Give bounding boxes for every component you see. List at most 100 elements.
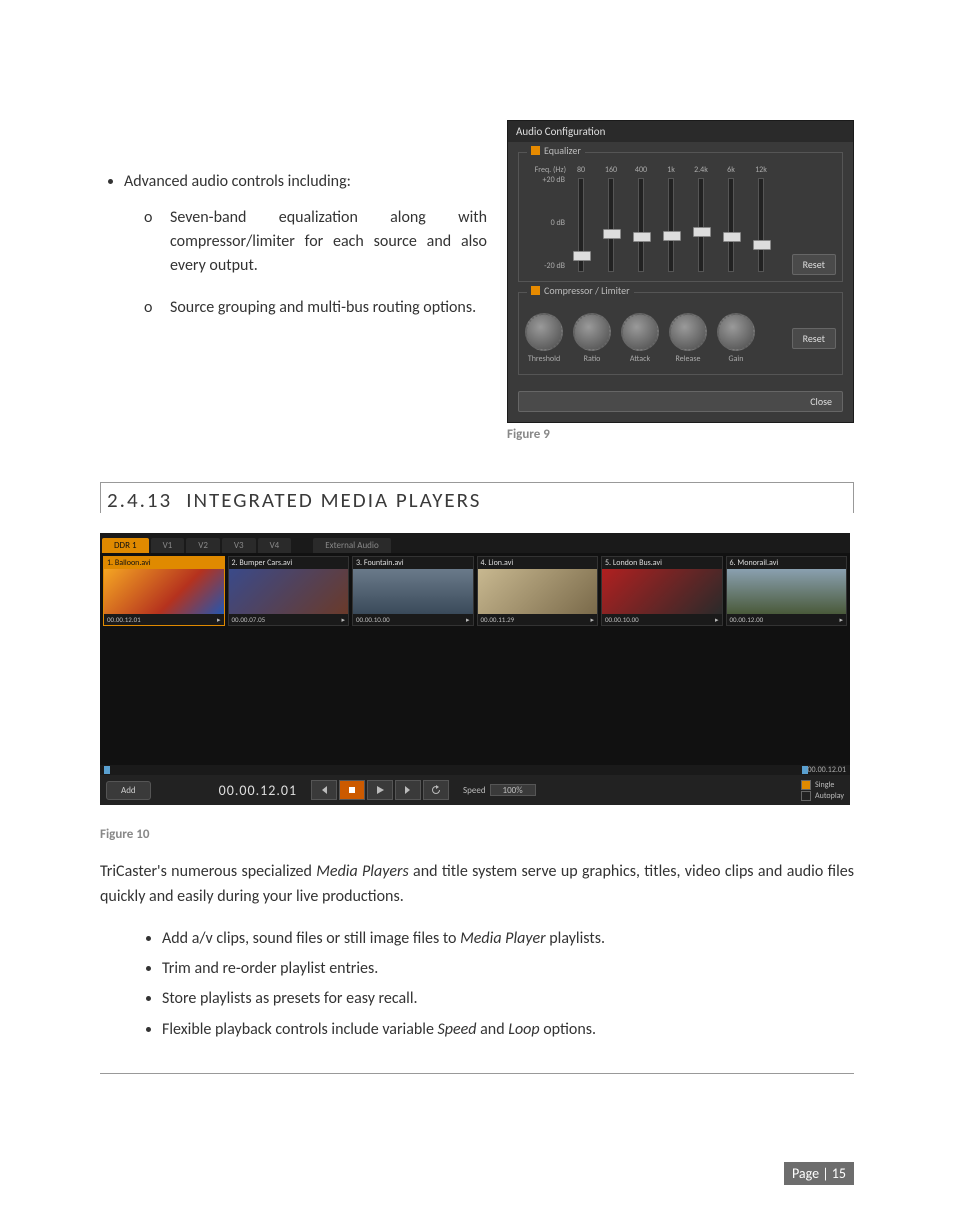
tab-v2[interactable]: V2 (186, 538, 220, 553)
tab-v4[interactable]: V4 (258, 538, 292, 553)
gain-knob[interactable] (717, 313, 755, 351)
band-freq: 80 (577, 165, 585, 175)
playlist-area[interactable] (100, 629, 850, 765)
stop-button[interactable] (339, 780, 365, 800)
speed-control[interactable]: Speed 100% (463, 784, 536, 796)
clip-thumbnail (602, 569, 722, 614)
tab-ddr1[interactable]: DDR 1 (102, 538, 149, 553)
compressor-enable-checkbox[interactable] (531, 286, 540, 295)
close-button[interactable]: Close (518, 391, 843, 412)
knob-label: Ratio (573, 354, 611, 364)
clip-strip: 1. Balloon.avi00.00.12.01▸2. Bumper Cars… (100, 553, 850, 629)
release-knob[interactable] (669, 313, 707, 351)
eq-slider[interactable] (638, 178, 644, 272)
band-freq: 1k (667, 165, 675, 175)
clip-timecode: 00.00.10.00 (356, 615, 390, 624)
knob-label: Gain (717, 354, 755, 364)
clip-name: 1. Balloon.avi (104, 557, 224, 569)
figure-10-caption: Figure 10 (100, 827, 854, 842)
db-label: -20 dB (525, 261, 565, 271)
db-label: 0 dB (525, 218, 565, 228)
add-button[interactable]: Add (106, 781, 151, 800)
autoplay-checkbox[interactable]: Autoplay (801, 791, 844, 801)
clip-play-icon[interactable]: ▸ (466, 615, 470, 624)
clip-item[interactable]: 3. Fountain.avi 00.00.10.00 ▸ (352, 556, 474, 626)
comp-reset-button[interactable]: Reset (792, 328, 836, 349)
next-button[interactable] (395, 780, 421, 800)
clip-name: 4. Lion.avi (478, 557, 598, 569)
eq-slider[interactable] (668, 178, 674, 272)
clip-thumbnail (478, 569, 598, 614)
section-title: INTEGRATED MEDIA PLAYERS (186, 487, 481, 513)
eq-slider[interactable] (578, 178, 584, 272)
clip-play-icon[interactable]: ▸ (839, 615, 843, 624)
clip-thumbnail (229, 569, 349, 614)
main-timecode: 00.00.12.01 (219, 782, 297, 799)
intro-bullets: Advanced audio controls including: oSeve… (100, 120, 487, 338)
tabs: DDR 1 V1 V2 V3 V4 External Audio (100, 533, 850, 553)
feature-list: Add a/v clips, sound files or still imag… (162, 924, 854, 1046)
clip-name: 5. London Bus.avi (602, 557, 722, 569)
band-freq: 2.4k (694, 165, 708, 175)
clip-timecode: 00.00.12.00 (730, 615, 764, 624)
equalizer-enable-checkbox[interactable] (531, 146, 540, 155)
feature-item: Trim and re-order playlist entries. (162, 954, 854, 984)
scrub-bar[interactable]: 00.00.12.01 (100, 765, 850, 775)
scrub-timecode: 00.00.12.01 (808, 765, 847, 775)
feature-item: Store playlists as presets for easy reca… (162, 984, 854, 1014)
knob-label: Attack (621, 354, 659, 364)
equalizer-label: Equalizer (544, 144, 581, 157)
clip-timecode: 00.00.12.01 (107, 615, 141, 624)
equalizer-group: Equalizer Freq. (Hz) +20 dB 0 dB -20 dB … (518, 152, 843, 282)
footer-rule (100, 1073, 854, 1074)
clip-play-icon[interactable]: ▸ (715, 615, 719, 624)
clip-play-icon[interactable]: ▸ (341, 615, 345, 624)
single-checkbox[interactable]: Single (801, 780, 844, 790)
band-freq: 12k (755, 165, 767, 175)
intro-bullet-text: Advanced audio controls including: (124, 172, 351, 191)
clip-item[interactable]: 4. Lion.avi00.00.11.29▸ (477, 556, 599, 626)
eq-slider[interactable] (758, 178, 764, 272)
clip-name: 2. Bumper Cars.avi (229, 557, 349, 569)
clip-name: 6. Monorail.avi (727, 557, 847, 569)
audio-config-panel: Audio Configuration Equalizer Freq. (Hz)… (507, 120, 854, 423)
band-freq: 400 (635, 165, 647, 175)
scrub-in-marker-icon[interactable] (104, 766, 110, 774)
section-heading-box: 2.4.13 INTEGRATED MEDIA PLAYERS (100, 482, 854, 513)
speed-value: 100% (503, 785, 523, 796)
threshold-knob[interactable] (525, 313, 563, 351)
eq-reset-button[interactable]: Reset (792, 254, 836, 275)
attack-knob[interactable] (621, 313, 659, 351)
clip-item[interactable]: 6. Monorail.avi 00.00.12.00 ▸ (726, 556, 848, 626)
eq-slider[interactable] (608, 178, 614, 272)
feature-item: Add a/v clips, sound files or still imag… (162, 924, 854, 954)
clip-item[interactable]: 5. London Bus.avi 00.00.10.00 ▸ (601, 556, 723, 626)
loop-button[interactable] (423, 780, 449, 800)
clip-timecode: 00.00.10.00 (605, 615, 639, 624)
body-paragraph: TriCaster's numerous specialized Media P… (100, 860, 854, 910)
clip-play-icon[interactable]: ▸ (217, 615, 221, 624)
clip-thumbnail (727, 569, 847, 614)
tab-v1[interactable]: V1 (151, 538, 185, 553)
tab-external-audio[interactable]: External Audio (313, 538, 390, 553)
sub-bullet: Seven-band equalization along with compr… (170, 206, 487, 278)
knob-label: Threshold (525, 354, 563, 364)
clip-play-icon[interactable]: ▸ (590, 615, 594, 624)
band-freq: 6k (727, 165, 735, 175)
tab-v3[interactable]: V3 (222, 538, 256, 553)
db-label: +20 dB (525, 175, 565, 185)
clip-item[interactable]: 1. Balloon.avi 00.00.12.01 ▸ (103, 556, 225, 626)
figure-9-caption: Figure 9 (507, 427, 854, 442)
page-number: Page | 15 (784, 1162, 854, 1185)
section-number: 2.4.13 (107, 487, 172, 513)
eq-slider[interactable] (728, 178, 734, 272)
clip-name: 3. Fountain.avi (353, 557, 473, 569)
clip-item[interactable]: 2. Bumper Cars.avi 00.00.07.05 ▸ (228, 556, 350, 626)
eq-slider[interactable] (698, 178, 704, 272)
media-player-panel: DDR 1 V1 V2 V3 V4 External Audio 1. Ball… (100, 533, 850, 805)
clip-timecode: 00.00.07.05 (232, 615, 266, 624)
compressor-group: Compressor / Limiter Threshold Ratio Att… (518, 292, 843, 375)
prev-button[interactable] (311, 780, 337, 800)
play-button[interactable] (367, 780, 393, 800)
ratio-knob[interactable] (573, 313, 611, 351)
